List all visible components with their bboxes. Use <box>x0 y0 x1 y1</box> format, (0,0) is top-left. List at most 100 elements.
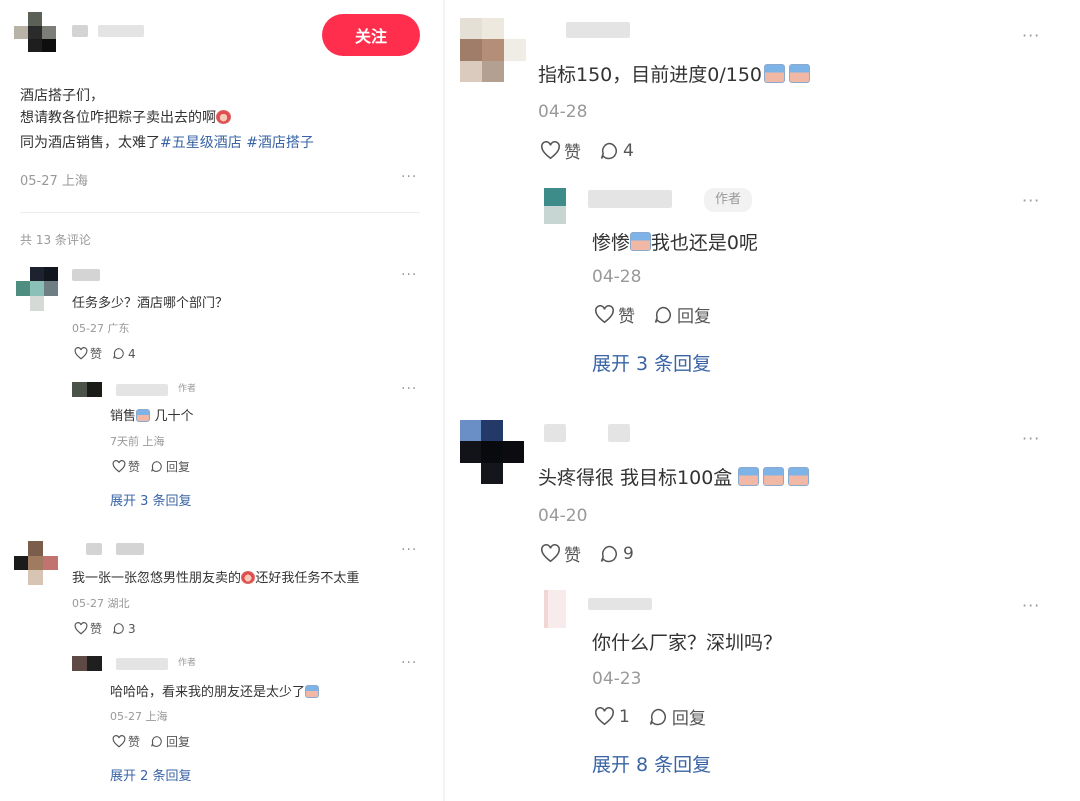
reply-button[interactable]: 回复 <box>150 458 190 475</box>
like-label: 赞 <box>90 622 103 636</box>
heart-icon <box>541 544 560 563</box>
post-line-2: 想请教各位咋把粽子卖出去的啊 <box>20 107 232 129</box>
comment-actions: 赞 4 <box>74 345 136 362</box>
more-dots-icon[interactable]: ··· <box>401 381 417 397</box>
expand-replies-button[interactable]: 展开 3 条回复 <box>110 490 192 509</box>
comment-button[interactable]: 3 <box>112 622 136 636</box>
more-dots-icon[interactable]: ··· <box>401 267 417 283</box>
reply-button[interactable]: 回复 <box>150 733 190 750</box>
like-button[interactable]: 赞 <box>540 541 581 566</box>
comment-bubble-icon <box>151 461 162 472</box>
sad-emoji-icon <box>738 467 760 486</box>
more-dots-icon[interactable]: ··· <box>401 542 417 558</box>
comment-button[interactable]: 9 <box>599 544 634 564</box>
author-badge: 作者 <box>704 188 752 212</box>
hashtag-hotel-buddy[interactable]: #酒店搭子 <box>246 135 314 151</box>
post-line-2-text: 想请教各位咋把粽子卖出去的啊 <box>20 110 216 126</box>
username-blurred <box>72 269 100 281</box>
username-blurred <box>116 658 168 670</box>
comment-bubble-icon <box>649 708 666 725</box>
username-blurred <box>544 424 566 442</box>
reply-text-b: 我也还是0呢 <box>650 232 758 254</box>
reply-text: 你什么厂家？深圳吗？ <box>592 632 783 654</box>
like-button[interactable]: 赞 <box>540 138 581 163</box>
reply-count: 9 <box>623 543 634 564</box>
comment-text-b: 还好我任务不太重 <box>255 571 360 586</box>
comment-button[interactable]: 4 <box>599 141 634 161</box>
reply-count: 3 <box>128 621 136 636</box>
heart-icon <box>74 622 88 635</box>
username-blurred <box>608 424 630 442</box>
post-line-3: 同为酒店销售，太难了#五星级酒店 #酒店搭子 <box>20 132 314 154</box>
sad-emoji-icon <box>763 467 785 486</box>
like-button[interactable]: 赞 <box>112 458 140 475</box>
comment-text-a: 头疼得很 我目标100盒 <box>538 467 733 489</box>
post-line-3-text: 同为酒店销售，太难了 <box>20 135 160 151</box>
reply-meta: 05-27 上海 <box>110 710 168 723</box>
avatar[interactable] <box>460 18 526 82</box>
sad-emoji-icon <box>788 467 809 486</box>
like-button[interactable]: 赞 <box>74 345 102 362</box>
author-badge: 作者 <box>177 658 196 668</box>
panel-divider <box>443 0 445 801</box>
avatar[interactable] <box>16 267 58 311</box>
like-button[interactable]: 赞 <box>594 302 635 327</box>
reply-button[interactable]: 回复 <box>653 302 711 327</box>
comment-text: 头疼得很 我目标100盒 <box>538 463 809 490</box>
expand-replies-button[interactable]: 展开 2 条回复 <box>110 765 192 784</box>
more-dots-icon[interactable]: ··· <box>1022 191 1040 210</box>
comment-bubble-icon <box>600 545 617 562</box>
post-meta: 05-27 上海 <box>20 174 88 189</box>
like-button[interactable]: 赞 <box>112 733 140 750</box>
avatar[interactable] <box>460 420 524 484</box>
comment-bubble-icon <box>600 142 617 159</box>
comment-button[interactable]: 4 <box>112 347 136 361</box>
divider <box>20 212 420 213</box>
reply-label: 回复 <box>671 709 706 729</box>
follow-button[interactable]: 关注 <box>322 14 420 56</box>
expand-replies-button[interactable]: 展开 3 条回复 <box>592 349 711 376</box>
reply-text-a: 惨惨 <box>592 232 631 254</box>
post-panel: 关注 酒店搭子们， 想请教各位咋把粽子卖出去的啊 同为酒店销售，太难了#五星级酒… <box>0 0 440 801</box>
like-label: 赞 <box>618 307 635 327</box>
avatar[interactable] <box>72 382 102 397</box>
avatar[interactable] <box>72 656 102 671</box>
like-button[interactable]: 赞 <box>74 620 102 637</box>
reply-label: 回复 <box>677 307 711 327</box>
reply-button[interactable]: 回复 <box>648 704 706 729</box>
sad-emoji-icon <box>788 64 810 83</box>
sad-emoji-icon <box>305 685 320 698</box>
heart-icon <box>595 305 614 324</box>
avatar[interactable] <box>544 590 566 628</box>
like-count: 1 <box>619 706 630 727</box>
username-blurred <box>116 543 144 555</box>
comment-count: 共 13 条评论 <box>20 233 91 247</box>
avatar[interactable] <box>544 188 566 224</box>
like-button[interactable]: 1 <box>594 707 630 727</box>
reply-meta: 04-28 <box>592 267 642 287</box>
sad-emoji-icon <box>630 232 651 251</box>
hashtag-five-star-hotel[interactable]: #五星级酒店 <box>160 135 242 151</box>
author-avatar[interactable] <box>14 12 58 52</box>
more-dots-icon[interactable]: ··· <box>1022 596 1040 615</box>
heart-icon <box>74 347 88 360</box>
reply-count: 4 <box>623 140 634 161</box>
expand-replies-button[interactable]: 展开 8 条回复 <box>592 750 711 777</box>
comment-meta: 04-20 <box>538 506 588 526</box>
like-label: 赞 <box>564 546 581 566</box>
more-dots-icon[interactable]: ··· <box>401 655 417 671</box>
more-dots-icon[interactable]: ··· <box>1022 26 1040 45</box>
reply-count: 4 <box>128 346 136 361</box>
reply-text-a: 销售 <box>110 409 137 424</box>
comment-bubble-icon <box>113 623 124 634</box>
comment-text-a: 我一张一张忽悠男性朋友卖的 <box>72 571 242 586</box>
more-dots-icon[interactable]: ··· <box>401 169 417 185</box>
username-blurred <box>588 598 652 610</box>
author-badge: 作者 <box>177 384 196 394</box>
reply-text-b: 几十个 <box>150 409 194 424</box>
more-dots-icon[interactable]: ··· <box>1022 429 1040 448</box>
comment-bubble-icon <box>113 348 124 359</box>
heart-icon <box>541 141 560 160</box>
heart-icon <box>112 460 126 473</box>
avatar[interactable] <box>14 541 58 585</box>
